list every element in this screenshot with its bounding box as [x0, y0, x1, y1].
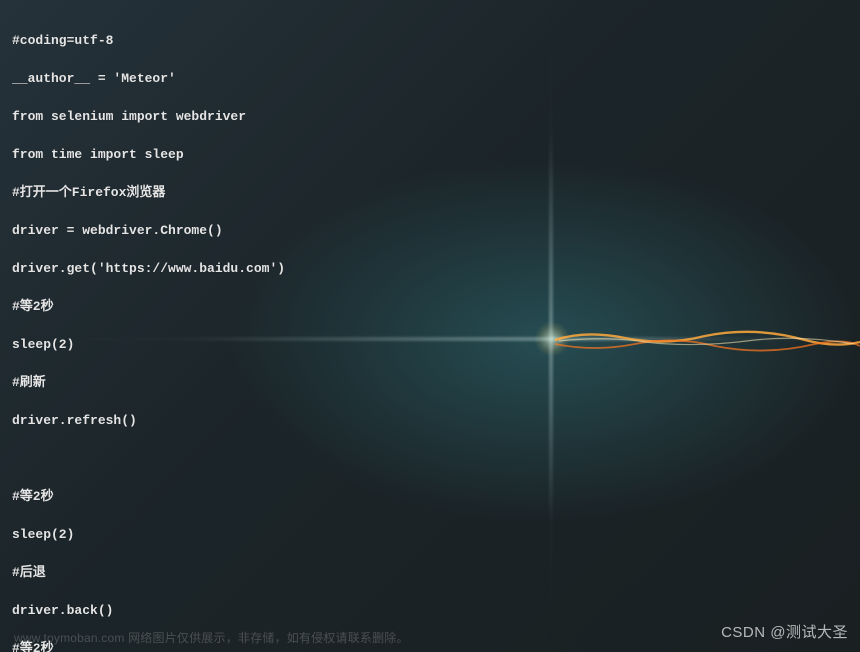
code-line: sleep(2)	[12, 525, 848, 544]
code-block: #coding=utf-8 __author__ = 'Meteor' from…	[0, 0, 860, 652]
code-line	[12, 449, 848, 468]
code-line: driver.refresh()	[12, 411, 848, 430]
code-line: driver.back()	[12, 601, 848, 620]
code-line: sleep(2)	[12, 335, 848, 354]
code-line: #等2秒	[12, 487, 848, 506]
csdn-watermark: CSDN @测试大圣	[721, 623, 848, 642]
code-line: from time import sleep	[12, 145, 848, 164]
source-watermark: www.toymoban.com 网络图片仅供展示，非存储，如有侵权请联系删除。	[14, 629, 409, 648]
code-line: #刷新	[12, 373, 848, 392]
code-line: __author__ = 'Meteor'	[12, 69, 848, 88]
code-line: #后退	[12, 563, 848, 582]
code-line: #等2秒	[12, 297, 848, 316]
code-line: #打开一个Firefox浏览器	[12, 183, 848, 202]
code-line: driver.get('https://www.baidu.com')	[12, 259, 848, 278]
code-line: driver = webdriver.Chrome()	[12, 221, 848, 240]
code-line: from selenium import webdriver	[12, 107, 848, 126]
code-line: #coding=utf-8	[12, 31, 848, 50]
